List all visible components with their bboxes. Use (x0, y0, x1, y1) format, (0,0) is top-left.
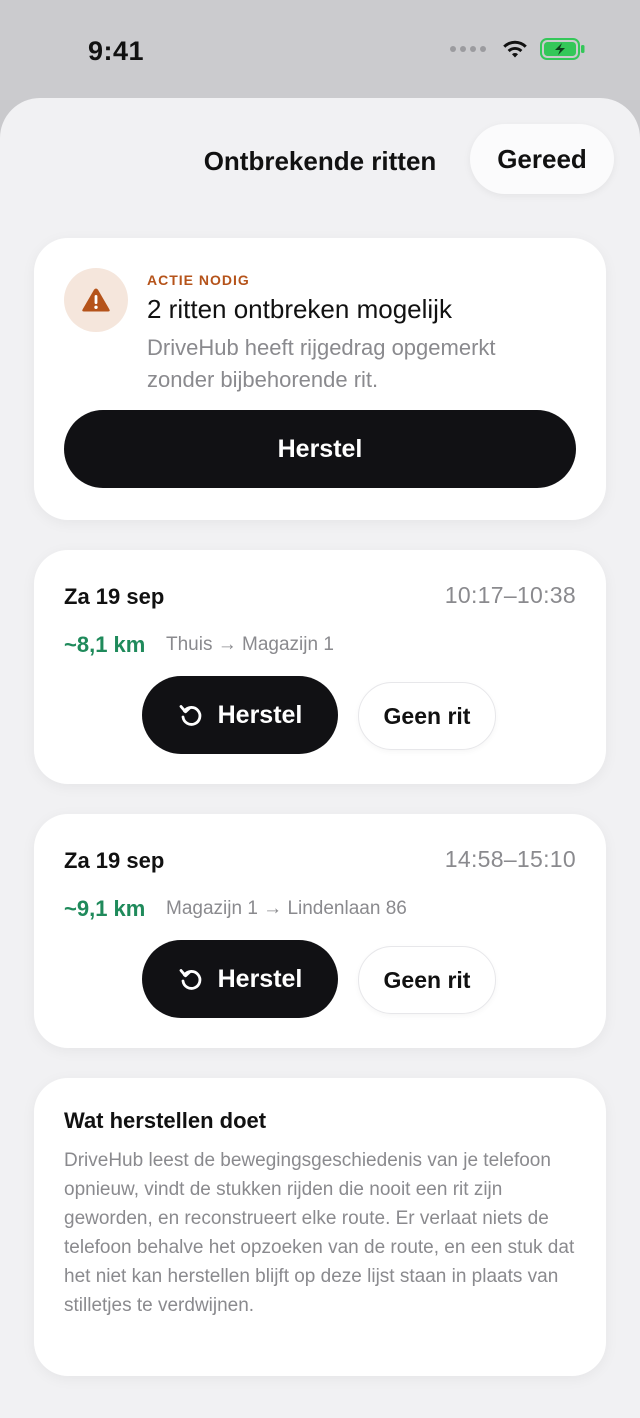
trip-date: Za 19 sep (64, 584, 165, 609)
trip-distance: ~9,1 km (64, 896, 146, 921)
restore-trip-label: Herstel (217, 700, 303, 729)
restore-icon (179, 705, 201, 726)
restore-trip-button[interactable]: Herstel (142, 676, 338, 754)
status-time: 9:41 (88, 36, 145, 66)
missing-trips-sheet: Ontbrekende ritten Gereed ACTIE NODIG 2 … (0, 98, 640, 1418)
alert-description: DriveHub heeft rijgedrag opgemerkt zonde… (147, 335, 496, 392)
info-card: Wat herstellen doet DriveHub leest de be… (34, 1078, 606, 1376)
status-bar: 9:41 (0, 0, 640, 100)
wifi-icon (503, 40, 527, 58)
warning-icon (82, 288, 110, 312)
trip-card: Za 19 sep 10:17–10:38 ~8,1 km Thuis → Ma… (34, 550, 606, 784)
trip-distance: ~8,1 km (64, 632, 146, 657)
restore-trip-label: Herstel (217, 964, 303, 993)
not-a-trip-button[interactable]: Geen rit (358, 682, 496, 750)
warning-badge (64, 268, 128, 332)
done-button[interactable]: Gereed (470, 124, 614, 194)
restore-icon (179, 969, 201, 990)
alert-title: 2 ritten ontbreken mogelijk (147, 294, 452, 324)
signal-icon (450, 46, 486, 52)
info-body: DriveHub leest de bewegingsgeschiedenis … (64, 1150, 575, 1316)
trip-card: Za 19 sep 14:58–15:10 ~9,1 km Magazijn 1… (34, 814, 606, 1048)
trip-date: Za 19 sep (64, 848, 165, 873)
trip-route: Magazijn 1 → Lindenlaan 86 (166, 898, 407, 919)
restore-trip-button[interactable]: Herstel (142, 940, 338, 1018)
alert-eyebrow: ACTIE NODIG (147, 272, 250, 288)
not-a-trip-button[interactable]: Geen rit (358, 946, 496, 1014)
action-needed-card: ACTIE NODIG 2 ritten ontbreken mogelijk … (34, 238, 606, 520)
trip-time: 14:58–15:10 (444, 846, 576, 872)
restore-all-button[interactable]: Herstel (64, 410, 576, 488)
trip-route: Thuis → Magazijn 1 (166, 634, 334, 655)
trip-time: 10:17–10:38 (444, 582, 576, 608)
battery-icon (540, 38, 585, 60)
status-icons (450, 38, 586, 60)
info-title: Wat herstellen doet (64, 1108, 267, 1133)
